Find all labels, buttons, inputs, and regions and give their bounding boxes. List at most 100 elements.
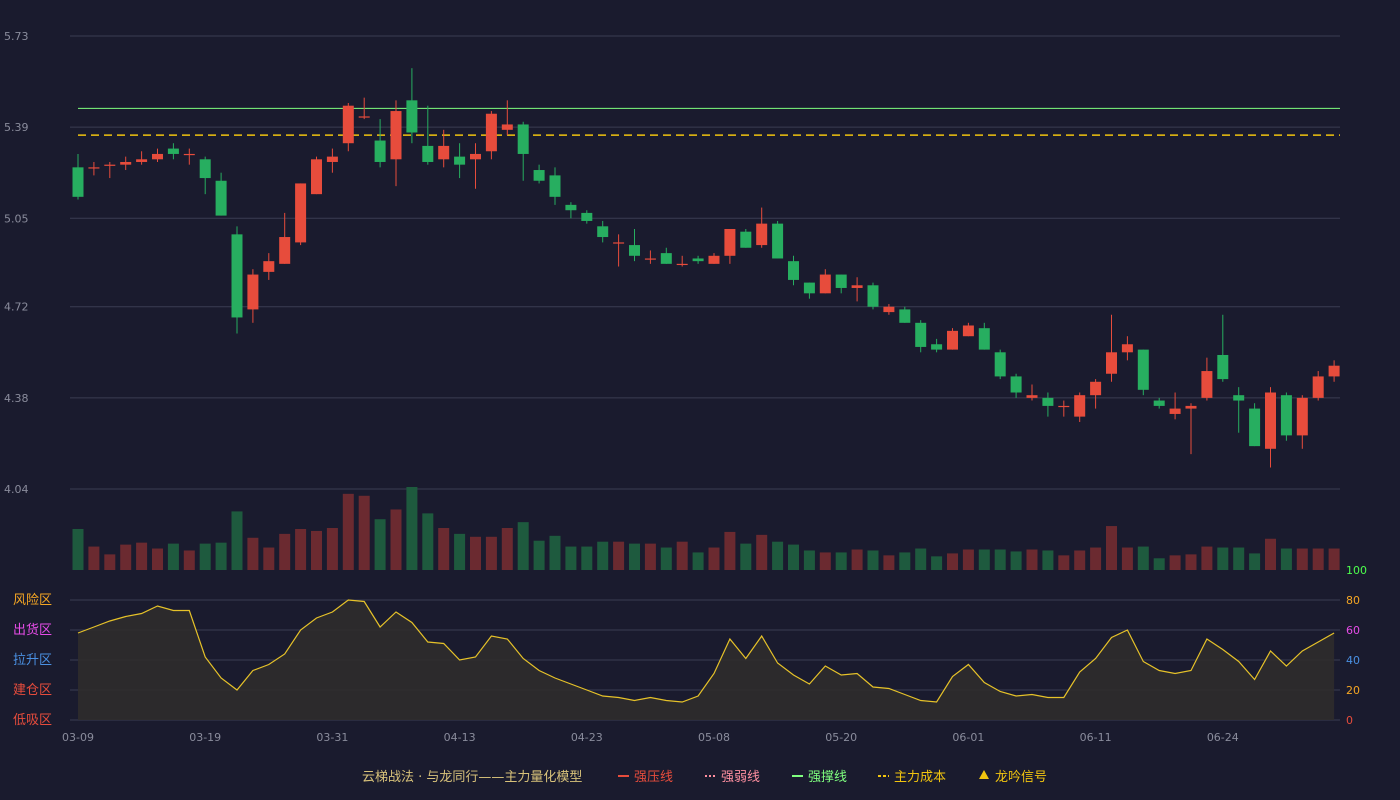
volume-bar — [581, 546, 593, 570]
volume-bar — [533, 540, 545, 570]
volume-bar — [1217, 547, 1229, 570]
volume-bar — [1090, 547, 1102, 570]
candle-body — [644, 258, 656, 260]
candle-body — [152, 153, 163, 160]
candle-body — [851, 285, 863, 288]
price-tick-label: 5.05 — [4, 212, 29, 225]
volume-bar — [565, 546, 577, 570]
candle-body — [724, 228, 736, 256]
candle-body — [692, 258, 704, 262]
volume-bar — [613, 541, 625, 570]
legend: 云梯战法 · 与龙同行——主力量化模型 强压线 强弱线 强撑线 主力成本 龙吟信号 — [362, 769, 1047, 785]
legend-item-label: 强撑线 — [808, 770, 847, 785]
volume-bar — [660, 547, 672, 570]
candle-body — [1074, 395, 1086, 417]
volume-bar — [549, 535, 561, 570]
volume-bar — [1296, 548, 1308, 570]
candle-body — [1217, 354, 1229, 380]
candle-body — [1328, 365, 1340, 377]
candle-body — [660, 253, 672, 264]
volume-bar — [1042, 550, 1054, 570]
volume-bar — [1265, 538, 1276, 570]
candle-body — [994, 352, 1006, 377]
indicator-tick-label: 40 — [1346, 654, 1360, 667]
volume-bar — [1280, 548, 1292, 570]
volume-bar — [772, 541, 784, 570]
legend-item-label: 强压线 — [634, 770, 673, 785]
candle-body — [756, 223, 768, 246]
candle-body — [279, 237, 291, 264]
x-tick-label: 03-19 — [189, 731, 221, 744]
volume-bar — [1328, 548, 1340, 570]
price-tick-label: 5.39 — [4, 121, 29, 134]
candle-body — [931, 344, 943, 350]
volume-bar — [1233, 547, 1245, 570]
volume-bar — [724, 531, 736, 570]
volume-bar — [803, 550, 815, 570]
candle-body — [788, 261, 799, 280]
candle-body — [501, 124, 513, 130]
candle-body — [1153, 400, 1165, 406]
candle-body — [1312, 376, 1324, 398]
axis-labels: 5.73 5.39 5.05 4.72 4.38 4.04 100 80 60 40 20 0 风险区出… — [4, 30, 1367, 744]
volume-bar — [883, 555, 895, 570]
volume-bar — [183, 550, 195, 570]
candle-body — [1280, 395, 1292, 436]
volume-bar — [915, 548, 927, 570]
volume-bar — [295, 528, 307, 570]
volume-bar — [263, 547, 275, 570]
volume-bar — [597, 541, 609, 570]
candle-body — [120, 161, 132, 165]
x-tick-label: 06-24 — [1207, 731, 1239, 744]
candle-body — [470, 153, 481, 160]
candle-body — [1121, 344, 1133, 353]
candle-body — [167, 148, 179, 154]
candlestick-series — [72, 68, 1340, 468]
candle-body — [803, 282, 815, 294]
volume-bar — [756, 534, 768, 570]
volume-bar — [1201, 546, 1213, 570]
volume-bar — [88, 546, 100, 570]
indicator-tick-label: 60 — [1346, 624, 1360, 637]
indicator-tick-label: 20 — [1346, 684, 1360, 697]
candle-body — [438, 145, 450, 160]
candle-body — [406, 100, 418, 133]
volume-bar — [819, 552, 831, 570]
indicator-tick-label: 80 — [1346, 594, 1360, 607]
volume-bar — [501, 528, 513, 570]
volume-bar — [1106, 526, 1117, 570]
candle-body — [1042, 397, 1054, 406]
legend-item-label: 主力成本 — [894, 770, 946, 785]
volume-bar — [692, 552, 704, 570]
candle-body — [231, 234, 243, 318]
candle-body — [740, 231, 752, 248]
volume-bar — [72, 528, 84, 570]
x-tick-label: 03-31 — [316, 731, 348, 744]
volume-bar — [1312, 548, 1324, 570]
legend-item-label: 龙吟信号 — [995, 769, 1047, 785]
volume-bar — [470, 536, 481, 570]
volume-bar — [342, 493, 354, 570]
volume-bar — [962, 549, 974, 570]
x-tick-label: 03-09 — [62, 731, 94, 744]
candle-body — [454, 156, 466, 165]
volume-bars — [72, 487, 1340, 570]
candle-body — [485, 113, 497, 152]
candle-body — [1233, 395, 1245, 401]
candle-body — [978, 328, 990, 350]
volume-bar — [374, 519, 386, 570]
volume-bar — [708, 547, 720, 570]
candle-body — [819, 274, 831, 294]
candle-body — [342, 105, 354, 144]
x-tick-label: 05-20 — [825, 731, 857, 744]
indicator-zone-label: 风险区 — [13, 593, 52, 608]
volume-bar — [247, 537, 259, 570]
candle-body — [422, 145, 434, 162]
candle-body — [1106, 352, 1117, 374]
candle-body — [199, 159, 211, 179]
volume-bar — [947, 553, 958, 570]
volume-bar — [629, 543, 640, 570]
candle-body — [88, 167, 100, 169]
volume-bar — [851, 549, 863, 570]
candle-body — [947, 330, 958, 350]
